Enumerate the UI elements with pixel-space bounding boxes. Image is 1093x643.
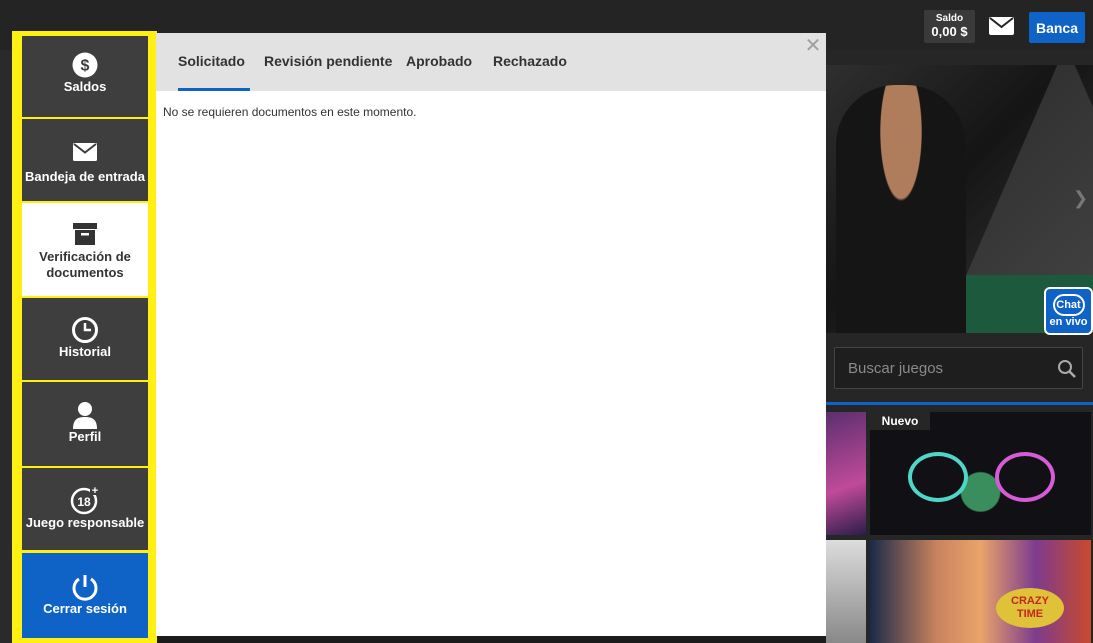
svg-text:$: $ <box>81 58 90 75</box>
envelope-icon <box>73 143 97 161</box>
svg-text:+: + <box>92 485 98 497</box>
archive-box-icon <box>73 223 97 245</box>
tile-artwork <box>995 452 1055 502</box>
tab-revision-pendiente[interactable]: Revisión pendiente <box>264 33 392 91</box>
menu-item-saldos[interactable]: $ Saldos <box>22 36 148 117</box>
section-divider <box>826 402 1093 405</box>
live-chat-button[interactable]: Chat en vivo <box>1044 287 1093 335</box>
crazy-time-logo-line1: CRAZY <box>1011 595 1049 607</box>
crazy-time-logo: CRAZY TIME <box>996 588 1064 628</box>
background-bottom-strip <box>156 636 826 643</box>
tile-artwork <box>908 452 968 502</box>
balance-value: 0,00 $ <box>931 24 968 39</box>
clock-icon <box>72 317 98 343</box>
menu-item-label: Perfil <box>68 429 102 444</box>
envelope-icon[interactable] <box>989 17 1014 35</box>
dollar-coin-icon: $ <box>72 52 98 78</box>
balance-display[interactable]: Saldo 0,00 $ <box>924 10 975 43</box>
game-tile[interactable] <box>826 412 866 535</box>
crazy-time-logo-line2: TIME <box>1016 608 1044 620</box>
menu-item-historial[interactable]: Historial <box>22 298 148 380</box>
tab-aprobado[interactable]: Aprobado <box>406 33 472 91</box>
menu-item-label: Saldos <box>63 79 107 94</box>
menu-item-cerrar-sesion[interactable]: Cerrar sesión <box>22 553 148 638</box>
chat-label: en vivo <box>1049 316 1088 328</box>
new-badge: Nuevo <box>870 412 930 430</box>
user-icon <box>73 402 97 429</box>
carousel-next-icon[interactable]: ❯ <box>1073 188 1088 209</box>
tab-rechazado[interactable]: Rechazado <box>493 33 567 91</box>
menu-item-label: Juego responsable <box>25 515 145 530</box>
game-search <box>834 347 1083 389</box>
hero-dealer-image <box>836 85 966 333</box>
menu-item-bandeja-de-entrada[interactable]: Bandeja de entrada <box>22 119 148 201</box>
account-menu: $ Saldos Bandeja de entrada Verificación… <box>12 31 157 643</box>
svg-text:18: 18 <box>77 495 91 509</box>
menu-item-label: Bandeja de entrada <box>25 169 145 184</box>
status-tabs: Solicitado Revisión pendiente Aprobado R… <box>156 33 826 91</box>
menu-item-label: Cerrar sesión <box>43 601 127 616</box>
menu-item-verificacion-de-documentos[interactable]: Verificación de documentos <box>22 203 148 296</box>
menu-item-perfil[interactable]: Perfil <box>22 382 148 466</box>
menu-item-label: Verificación de documentos <box>39 249 131 280</box>
game-tile-new[interactable]: Nuevo <box>870 412 1091 535</box>
balance-label: Saldo <box>935 13 964 24</box>
document-verification-modal: Solicitado Revisión pendiente Aprobado R… <box>156 33 826 636</box>
menu-item-label: Historial <box>58 344 111 359</box>
menu-item-juego-responsable[interactable]: 18 + Juego responsable <box>22 468 148 550</box>
eighteen-plus-icon: 18 + <box>70 485 100 515</box>
magnifier-icon[interactable] <box>1057 359 1077 379</box>
empty-state-message: No se requieren documentos en este momen… <box>163 105 417 119</box>
game-tile-crazy-time[interactable]: CRAZY TIME <box>870 540 1091 643</box>
game-tile[interactable] <box>826 540 866 643</box>
close-icon[interactable]: ✕ <box>804 36 822 56</box>
tab-solicitado[interactable]: Solicitado <box>178 33 250 91</box>
banca-button[interactable]: Banca <box>1029 12 1085 43</box>
chat-bubble-icon: Chat <box>1052 294 1085 316</box>
search-input[interactable] <box>835 348 1050 388</box>
power-icon <box>72 575 98 601</box>
